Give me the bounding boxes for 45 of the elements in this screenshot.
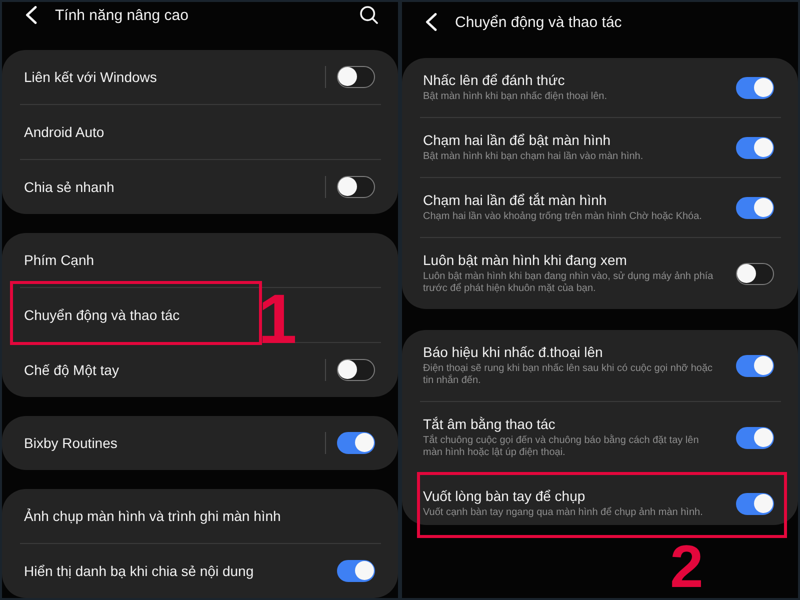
menu-item[interactable]: Ảnh chụp màn hình và trình ghi màn hình	[24, 508, 281, 524]
setting-title: Bixby Routines	[24, 434, 118, 452]
setting-title: Tắt âm bằng thao tác	[423, 416, 556, 433]
back-button[interactable]	[25, 6, 37, 24]
toggle-switch[interactable]	[736, 492, 774, 514]
setting-title: Liên kết với Windows	[24, 68, 157, 86]
setting-title: Chạm hai lần để bật màn hình	[423, 132, 611, 149]
setting-title: Nhấc lên để đánh thức	[423, 72, 565, 89]
toggle-switch[interactable]	[736, 196, 774, 218]
callout-number: 2	[670, 537, 704, 597]
setting-description: Luôn bật màn hình khi bạn đang nhìn vào, sử dụng máy ảnh phía trước để phát hiện khuôn mặt của bạn.	[423, 271, 714, 295]
toggle-switch[interactable]	[736, 136, 774, 158]
menu-item[interactable]: Phím Cạnh	[24, 252, 94, 268]
setting-description: Bật màn hình khi bạn chạm hai lần vào màn hình.	[423, 151, 644, 163]
toggle-switch[interactable]	[337, 560, 375, 582]
setting-title: Luôn bật màn hình khi đang xem	[423, 252, 627, 269]
toggle-switch[interactable]	[337, 432, 375, 454]
setting-description: Vuốt cạnh bàn tay ngang qua màn hình để chụp ảnh màn hình.	[423, 507, 703, 519]
setting-title: Báo hiệu khi nhấc đ.thoại lên	[423, 344, 603, 361]
toggle-switch[interactable]	[337, 176, 375, 198]
setting-description: Chạm hai lần vào khoảng trống trên màn hình Chờ hoặc Khóa.	[423, 211, 702, 223]
setting-title: Chế độ Một tay	[24, 362, 119, 378]
toggle-switch[interactable]	[337, 66, 375, 88]
screen-title: Tính năng nâng cao	[55, 6, 188, 24]
screen-title: Chuyển động và thao tác	[455, 14, 622, 30]
setting-description: Bật màn hình khi bạn nhấc điện thoại lên.	[423, 91, 608, 103]
back-button[interactable]	[425, 13, 437, 31]
toggle-switch[interactable]	[736, 76, 774, 98]
chevron-left-icon	[425, 13, 437, 31]
setting-title: Chạm hai lần để tắt màn hình	[423, 192, 607, 209]
menu-item[interactable]: Chuyển động và thao tác	[24, 306, 180, 324]
setting-description: Tắt chuông cuộc gọi đến và chuông báo bằng cách đặt tay lên màn hình hoặc lật úp điện thoại.	[423, 435, 700, 459]
toggle-switch[interactable]	[736, 262, 774, 284]
callout-number: 1	[258, 284, 297, 354]
toggle-switch[interactable]	[337, 359, 375, 381]
toggle-switch[interactable]	[736, 354, 774, 376]
chevron-left-icon	[25, 6, 37, 24]
search-icon	[360, 6, 378, 24]
setting-title: Hiển thị danh bạ khi chia sẻ nội dung	[24, 562, 254, 580]
setting-description: Điện thoại sẽ rung khi bạn nhấc lên sau khi có cuộc gọi nhỡ hoặc tin nhắn đến.	[423, 363, 714, 387]
menu-item[interactable]: Android Auto	[24, 124, 104, 140]
setting-title: Chia sẻ nhanh	[24, 178, 114, 196]
search-button[interactable]	[360, 6, 378, 24]
setting-title: Vuốt lòng bàn tay để chụp	[423, 488, 586, 505]
toggle-switch[interactable]	[736, 426, 774, 448]
